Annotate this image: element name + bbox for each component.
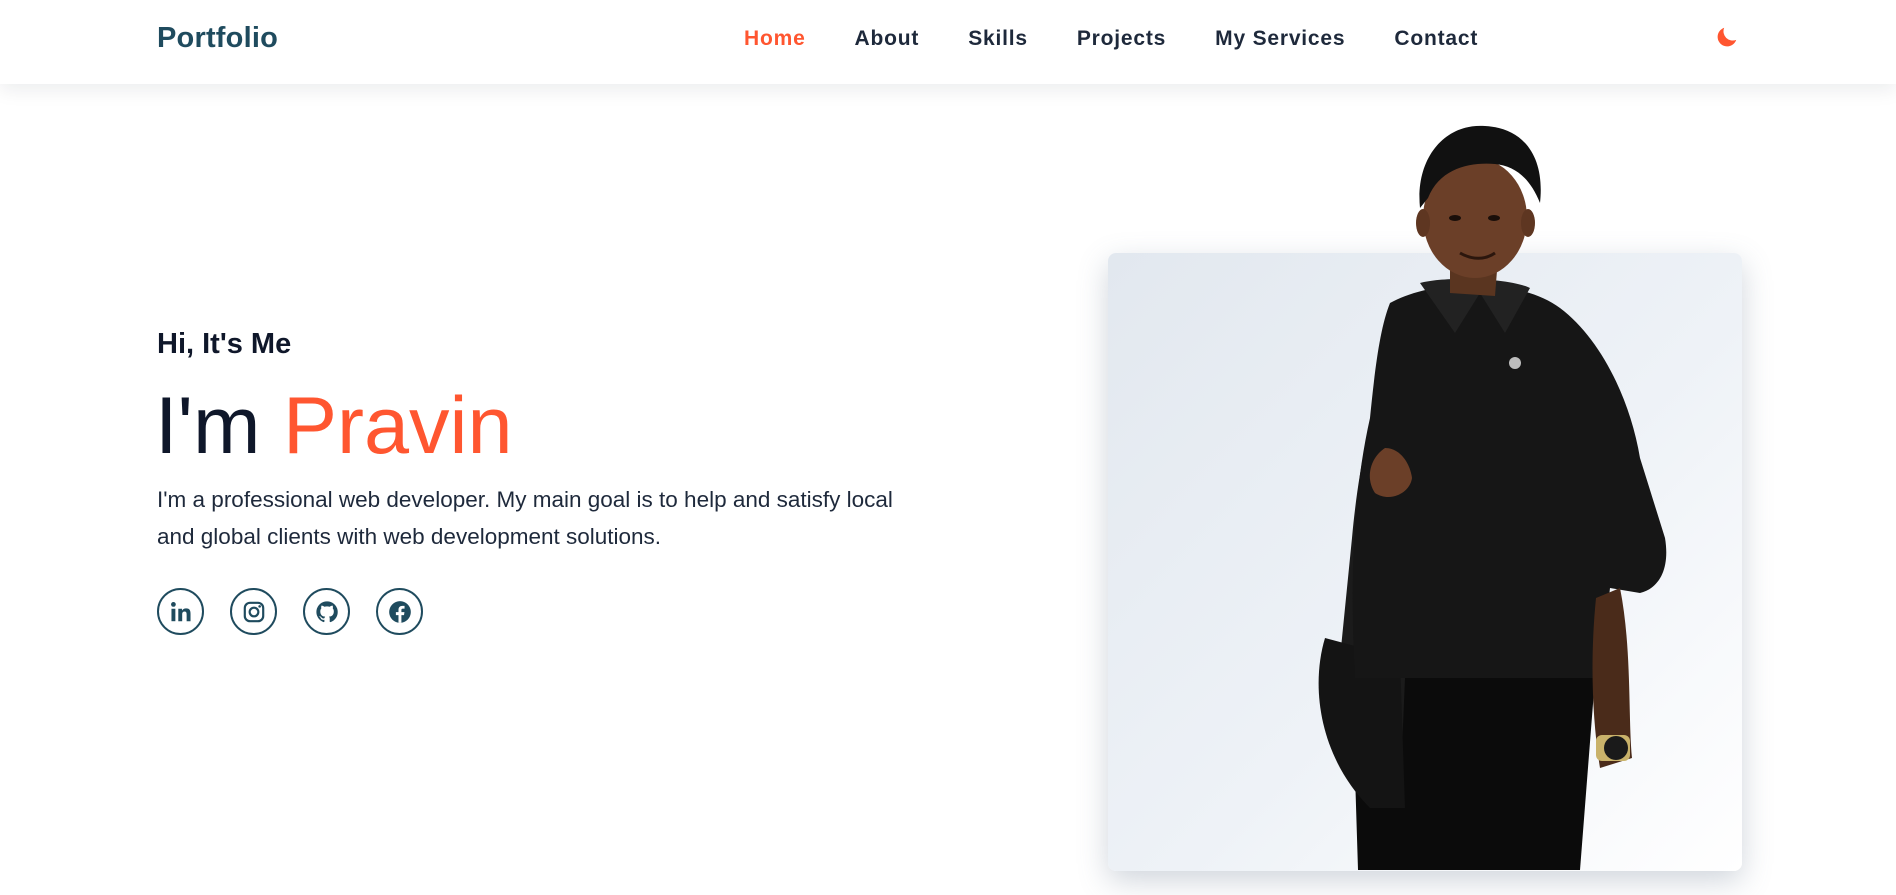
github-icon bbox=[315, 600, 338, 622]
hero-name: Pravin bbox=[282, 381, 513, 471]
linkedin-icon bbox=[170, 601, 191, 621]
hero-description: I'm a professional web developer. My mai… bbox=[157, 487, 893, 549]
profile-photo bbox=[1318, 125, 1667, 870]
navbar: Portfolio Home About Skills Projects My … bbox=[0, 0, 1896, 84]
instagram-link[interactable] bbox=[230, 588, 277, 635]
nav-link-skills[interactable]: Skills bbox=[968, 26, 1028, 52]
nav-menu: Home About Skills Projects My Services C… bbox=[744, 26, 1478, 52]
nav-item-about: About bbox=[855, 26, 920, 52]
nav-item-contact: Contact bbox=[1394, 26, 1478, 52]
nav-link-my-services[interactable]: My Services bbox=[1215, 26, 1345, 52]
theme-toggle-button[interactable] bbox=[1714, 24, 1740, 50]
nav-link-about[interactable]: About bbox=[855, 26, 920, 52]
nav-link-projects[interactable]: Projects bbox=[1077, 26, 1166, 52]
hero-greeting: Hi, It's Me bbox=[157, 328, 292, 360]
moon-icon bbox=[1717, 27, 1737, 47]
facebook-icon bbox=[388, 600, 411, 623]
nav-link-contact[interactable]: Contact bbox=[1394, 26, 1478, 52]
github-link[interactable] bbox=[303, 588, 350, 635]
social-links bbox=[157, 588, 423, 635]
hero-title: I'm Pravin bbox=[155, 380, 513, 472]
nav-item-projects: Projects bbox=[1077, 26, 1166, 52]
logo[interactable]: Portfolio bbox=[157, 22, 278, 55]
linkedin-link[interactable] bbox=[157, 588, 204, 635]
instagram-icon bbox=[243, 601, 264, 622]
nav-item-skills: Skills bbox=[968, 26, 1028, 52]
facebook-link[interactable] bbox=[376, 588, 423, 635]
nav-link-home[interactable]: Home bbox=[744, 26, 806, 52]
nav-item-home: Home bbox=[744, 26, 806, 52]
hero-title-prefix: I'm bbox=[155, 381, 283, 471]
nav-item-my-services: My Services bbox=[1215, 26, 1345, 52]
